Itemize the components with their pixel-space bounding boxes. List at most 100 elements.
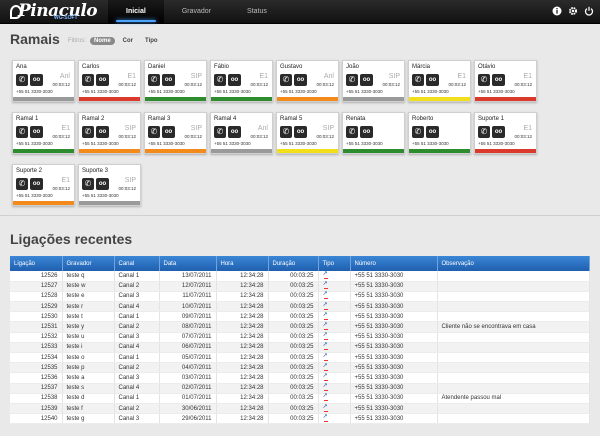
call-type-cell — [318, 413, 351, 425]
table-cell — [437, 362, 590, 374]
extension-card[interactable]: Otávio ✆ oo E1 00:03:12 +55 51 3330-3030 — [474, 60, 537, 102]
extension-number: +55 51 3330-3030 — [280, 141, 317, 146]
status-bar — [13, 201, 74, 205]
table-cell: 12:34:28 — [216, 383, 269, 394]
table-cell: 12537 — [10, 383, 63, 394]
line-type: SIP — [124, 177, 136, 184]
extension-card[interactable]: Suporte 1 ✆ oo E1 00:03:12 +55 51 3330-3030 — [474, 112, 537, 154]
table-cell: 12:34:28 — [216, 291, 269, 303]
table-cell: 12533 — [10, 342, 63, 354]
table-cell: teste i — [62, 342, 115, 354]
extension-card[interactable]: Ramal 3 ✆ oo SIP 00:03:12 +55 51 3330-3030 — [144, 112, 207, 154]
col-observacao[interactable]: Observação — [437, 256, 590, 271]
extension-card[interactable]: Suporte 3 ✆ oo SIP 00:03:12 +55 51 3330-3030 — [78, 164, 141, 206]
call-duration: 00:03:12 — [382, 82, 400, 87]
col-tipo[interactable]: Tipo — [318, 256, 351, 271]
table-row[interactable]: 12530 teste t Canal 1 09/07/2011 12:34:28 00:… — [10, 311, 590, 323]
voicemail-icon: oo — [426, 74, 439, 86]
table-cell: +55 51 3330-3030 — [350, 352, 438, 364]
table-row[interactable]: 12540 teste g Canal 3 29/06/2011 12:34:28 00:… — [10, 413, 590, 425]
col-ligacao[interactable]: Ligação — [10, 256, 63, 271]
table-cell: 12534 — [10, 352, 63, 364]
phone-icon: ✆ — [16, 178, 28, 190]
filter-tipo[interactable]: Tipo — [141, 37, 162, 45]
tab-inicial[interactable]: Inicial — [108, 0, 164, 24]
col-gravador[interactable]: Gravador — [62, 256, 115, 271]
extension-name: João — [346, 64, 360, 70]
extension-card[interactable]: Suporte 2 ✆ oo E1 00:03:12 +55 51 3330-3030 — [12, 164, 75, 206]
extension-card[interactable]: Carlos ✆ oo E1 00:03:12 +55 51 3330-3030 — [78, 60, 141, 102]
extension-card[interactable]: Gustavo ✆ oo Anl 00:03:12 +55 51 3330-3030 — [276, 60, 339, 102]
table-cell: 07/07/2011 — [159, 332, 217, 343]
extension-card[interactable]: João ✆ oo SIP 00:03:12 +55 51 3330-3030 — [342, 60, 405, 102]
table-row[interactable]: 12534 teste o Canal 1 05/07/2011 12:34:28 00:… — [10, 352, 590, 364]
table-row[interactable]: 12531 teste y Canal 2 08/07/2011 12:34:28 00:… — [10, 321, 590, 333]
line-type: E1 — [61, 177, 70, 184]
voicemail-icon: oo — [30, 126, 43, 138]
table-cell: 12530 — [10, 311, 63, 323]
call-type-icon — [323, 372, 329, 381]
extension-card[interactable]: Roberto ✆ oo +55 51 3330-3030 — [408, 112, 471, 154]
col-data[interactable]: Data — [159, 256, 217, 271]
voicemail-icon: oo — [96, 126, 109, 138]
col-hora[interactable]: Hora — [216, 256, 269, 271]
extension-name: Daniel — [148, 64, 166, 70]
status-bar — [79, 149, 140, 153]
tab-gravador[interactable]: Gravador — [164, 0, 229, 24]
extension-name: Suporte 2 — [16, 168, 43, 174]
table-row[interactable]: 12527 teste w Canal 2 12/07/2011 12:34:28 00:… — [10, 280, 590, 292]
col-canal[interactable]: Canal — [114, 256, 160, 271]
extension-name: Ramal 4 — [214, 116, 237, 122]
extension-card[interactable]: Ana ✆ oo Anl 00:03:12 +55 51 3330-3030 — [12, 60, 75, 102]
table-cell: Atendente passou mal — [437, 393, 590, 404]
table-cell: teste q — [62, 271, 115, 282]
app-logo[interactable]: Pinaculo WG-SOFT — [8, 1, 98, 22]
table-row[interactable]: 12526 teste q Canal 1 13/07/2011 12:34:28 00:… — [10, 270, 590, 282]
table-cell: Canal 3 — [114, 332, 160, 343]
table-row[interactable]: 12533 teste i Canal 4 06/07/2011 12:34:28 00:… — [10, 341, 590, 354]
phone-icon: ✆ — [346, 126, 358, 138]
table-cell: Canal 4 — [114, 301, 160, 313]
table-cell: teste e — [62, 291, 115, 303]
filter-nome[interactable]: Nome — [90, 37, 115, 45]
voicemail-icon: oo — [492, 126, 505, 138]
extension-card[interactable]: Ramal 4 ✆ oo Anl 00:03:12 +55 51 3330-3030 — [210, 112, 273, 154]
extension-card[interactable]: Daniel ✆ oo SIP 00:03:12 +55 51 3330-3030 — [144, 60, 207, 102]
table-row[interactable]: 12528 teste e Canal 3 11/07/2011 12:34:28 00:… — [10, 290, 590, 303]
table-cell: Canal 3 — [114, 372, 160, 384]
extension-card[interactable]: Ramal 5 ✆ oo SIP 00:03:12 +55 51 3330-3030 — [276, 112, 339, 154]
extension-number: +55 51 3330-3030 — [214, 89, 251, 94]
call-duration: 00:03:12 — [118, 134, 136, 139]
table-row[interactable]: 12536 teste a Canal 3 03/07/2011 12:34:28 00:… — [10, 372, 590, 384]
table-row[interactable]: 12537 teste s Canal 4 02/07/2011 12:34:28 00:… — [10, 382, 590, 394]
table-row[interactable]: 12539 teste f Canal 2 30/06/2011 12:34:28 00:… — [10, 403, 590, 415]
gear-icon[interactable] — [568, 6, 578, 16]
phone-icon: ✆ — [82, 178, 94, 190]
extension-card[interactable]: Márcia ✆ oo E1 00:03:12 +55 51 3330-3030 — [408, 60, 471, 102]
voicemail-icon: oo — [162, 126, 175, 138]
extension-card[interactable]: Ramal 1 ✆ oo E1 00:03:12 +55 51 3330-3030 — [12, 112, 75, 154]
phone-icon: ✆ — [478, 74, 490, 86]
table-row[interactable]: 12538 teste d Canal 1 01/07/2011 12:34:28 00:… — [10, 392, 590, 404]
table-header-row: Ligação Gravador Canal Data Hora Duração… — [10, 256, 590, 271]
table-cell: teste a — [62, 372, 115, 384]
extension-card[interactable]: Fábio ✆ oo E1 00:03:12 +55 51 3330-3030 — [210, 60, 273, 102]
table-cell: 12532 — [10, 332, 63, 343]
col-duracao[interactable]: Duração — [268, 256, 319, 271]
table-cell: 30/06/2011 — [159, 403, 217, 415]
info-icon[interactable] — [552, 6, 562, 16]
filter-cor[interactable]: Cor — [119, 37, 137, 45]
table-cell: 12:34:28 — [216, 271, 269, 282]
table-row[interactable]: 12529 teste r Canal 4 10/07/2011 12:34:28 00:… — [10, 301, 590, 313]
table-row[interactable]: 12532 teste u Canal 3 07/07/2011 12:34:28 00:… — [10, 331, 590, 343]
extension-card[interactable]: Renata ✆ oo +55 51 3330-3030 — [342, 112, 405, 154]
tab-status[interactable]: Status — [229, 0, 285, 24]
status-bar — [277, 97, 338, 101]
table-row[interactable]: 12535 teste p Canal 2 04/07/2011 12:34:28 00:… — [10, 362, 590, 374]
extension-name: Renata — [346, 116, 366, 122]
extension-card[interactable]: Ramal 2 ✆ oo SIP 00:03:12 +55 51 3330-3030 — [78, 112, 141, 154]
power-icon[interactable] — [584, 6, 594, 16]
table-cell: 05/07/2011 — [159, 352, 217, 364]
extension-name: Roberto — [412, 116, 434, 122]
col-numero[interactable]: Número — [350, 256, 438, 271]
